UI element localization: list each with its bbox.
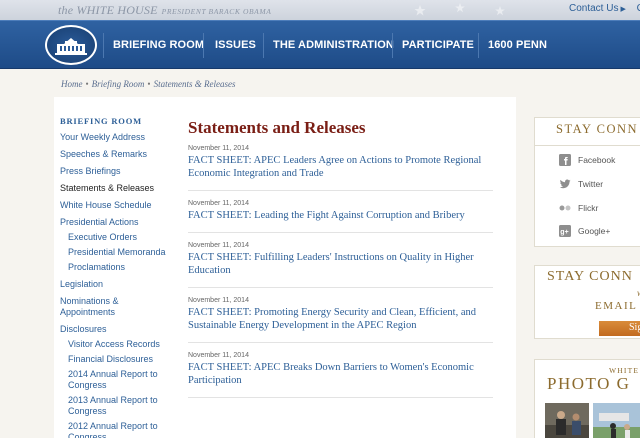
breadcrumb-briefing-room[interactable]: Briefing Room <box>92 79 145 89</box>
divider <box>535 145 640 146</box>
entry-title-link[interactable]: FACT SHEET: APEC Leaders Agree on Action… <box>188 154 493 180</box>
content: Statements and Releases November 11, 201… <box>188 118 493 407</box>
flickr-link[interactable]: Flickr <box>559 202 598 214</box>
sidebar-item-financial-disclosures[interactable]: Financial Disclosures <box>60 354 180 365</box>
nav-divider <box>203 33 204 58</box>
sidebar-item-2012-annual-report[interactable]: 2012 Annual Report to Congress <box>60 421 162 438</box>
google-plus-icon: g+ <box>559 225 571 237</box>
list-item: November 11, 2014 FACT SHEET: Fulfilling… <box>188 242 493 288</box>
nav-the-administration[interactable]: THE ADMINISTRATION <box>273 39 394 51</box>
right-column: STAY CONN Facebook Twitter Flickr g+ Goo… <box>516 97 640 438</box>
breadcrumb-home[interactable]: Home <box>61 79 83 89</box>
nav-briefing-room[interactable]: BRIEFING ROOM <box>113 39 204 51</box>
site-title: the WHITE HOUSE <box>58 3 158 17</box>
sidebar-item-executive-orders[interactable]: Executive Orders <box>60 232 180 243</box>
twitter-link[interactable]: Twitter <box>559 178 603 190</box>
google-plus-link[interactable]: g+ Google+ <box>559 225 610 237</box>
sidebar: BRIEFING ROOM Your Weekly Address Speech… <box>60 116 180 438</box>
entry-date: November 11, 2014 <box>188 297 249 304</box>
twitter-icon <box>559 178 571 190</box>
photo-gallery-heading: PHOTO G <box>547 374 631 393</box>
sidebar-item-proclamations[interactable]: Proclamations <box>60 262 180 273</box>
top-links: Contact Us▶ Ge <box>569 3 640 14</box>
page-title: Statements and Releases <box>188 118 366 137</box>
email-signup-heading: STAY CONN <box>547 269 633 284</box>
nav-divider <box>478 33 479 58</box>
facebook-link[interactable]: Facebook <box>559 154 615 166</box>
white-house-logo-icon[interactable] <box>45 25 97 65</box>
stars-decoration <box>414 3 505 16</box>
get-link[interactable]: Ge <box>637 3 640 14</box>
stay-connected-box: STAY CONN Facebook Twitter Flickr g+ Goo… <box>534 117 640 247</box>
entry-date: November 11, 2014 <box>188 200 249 207</box>
list-item: November 11, 2014 FACT SHEET: APEC Leade… <box>188 145 493 191</box>
email-signup-label: EMAIL A <box>595 300 640 312</box>
breadcrumb-separator: • <box>85 79 89 89</box>
nav-divider <box>103 33 104 58</box>
photo-gallery-box[interactable]: WHITE H PHOTO G <box>534 359 640 438</box>
entry-date: November 11, 2014 <box>188 352 249 359</box>
entry-date: November 11, 2014 <box>188 242 249 249</box>
svg-text:g+: g+ <box>560 229 568 236</box>
sidebar-item-weekly-address[interactable]: Your Weekly Address <box>60 132 180 143</box>
facebook-icon <box>559 154 571 166</box>
list-item: November 11, 2014 FACT SHEET: Promoting … <box>188 297 493 343</box>
list-item: November 11, 2014 FACT SHEET: APEC Break… <box>188 352 493 398</box>
gallery-photo[interactable] <box>593 403 640 438</box>
stay-connected-heading: STAY CONN <box>556 122 639 136</box>
nav-divider <box>263 33 264 58</box>
sidebar-item-speeches-remarks[interactable]: Speeches & Remarks <box>60 149 180 160</box>
sidebar-item-visitor-access-records[interactable]: Visitor Access Records <box>60 339 180 350</box>
play-arrow-icon: ▶ <box>620 6 626 13</box>
sidebar-item-white-house-schedule[interactable]: White House Schedule <box>60 200 180 211</box>
flickr-icon <box>559 202 571 214</box>
sidebar-item-2013-annual-report[interactable]: 2013 Annual Report to Congress <box>60 395 162 417</box>
entry-title-link[interactable]: FACT SHEET: Leading the Fight Against Co… <box>188 209 493 222</box>
breadcrumb-separator: • <box>147 79 151 89</box>
entry-title-link[interactable]: FACT SHEET: APEC Breaks Down Barriers to… <box>188 361 493 387</box>
entry-title-link[interactable]: FACT SHEET: Promoting Energy Security an… <box>188 306 493 332</box>
email-signup-box: STAY CONN with EMAIL A Sign U <box>534 265 640 339</box>
facebook-label: Facebook <box>578 155 616 165</box>
nav-issues[interactable]: ISSUES <box>215 39 256 51</box>
sidebar-heading[interactable]: BRIEFING ROOM <box>60 116 180 126</box>
nav-1600-penn[interactable]: 1600 PENN <box>488 39 547 51</box>
sidebar-item-statements-releases[interactable]: Statements & Releases <box>60 183 180 194</box>
sidebar-item-nominations-appointments[interactable]: Nominations & Appointments <box>60 296 140 318</box>
site-brand[interactable]: the WHITE HOUSE PRESIDENT BARACK OBAMA <box>58 3 271 18</box>
breadcrumb: Home • Briefing Room • Statements & Releases <box>61 79 236 89</box>
sidebar-item-press-briefings[interactable]: Press Briefings <box>60 166 180 177</box>
top-strip: the WHITE HOUSE PRESIDENT BARACK OBAMA Co… <box>0 0 640 20</box>
twitter-label: Twitter <box>578 179 604 189</box>
flickr-label: Flickr <box>578 203 599 213</box>
site-subtitle: PRESIDENT BARACK OBAMA <box>161 7 272 16</box>
sidebar-item-disclosures[interactable]: Disclosures <box>60 324 180 335</box>
entry-date: November 11, 2014 <box>188 145 249 152</box>
nav-divider <box>392 33 393 58</box>
sidebar-item-presidential-actions[interactable]: Presidential Actions <box>60 217 180 228</box>
list-item: November 11, 2014 FACT SHEET: Leading th… <box>188 200 493 233</box>
nav-participate[interactable]: PARTICIPATE <box>402 39 474 51</box>
entry-title-link[interactable]: FACT SHEET: Fulfilling Leaders' Instruct… <box>188 251 493 277</box>
contact-us-link[interactable]: Contact Us <box>569 3 618 14</box>
main-nav: BRIEFING ROOM ISSUES THE ADMINISTRATION … <box>0 20 640 69</box>
sidebar-item-2014-annual-report[interactable]: 2014 Annual Report to Congress <box>60 369 162 391</box>
sign-up-button[interactable]: Sign U <box>599 321 640 336</box>
breadcrumb-current: Statements & Releases <box>153 79 236 89</box>
google-plus-label: Google+ <box>578 226 611 236</box>
sidebar-item-presidential-memoranda[interactable]: Presidential Memoranda <box>60 247 180 258</box>
gallery-photo[interactable] <box>545 403 589 438</box>
sidebar-item-legislation[interactable]: Legislation <box>60 279 180 290</box>
